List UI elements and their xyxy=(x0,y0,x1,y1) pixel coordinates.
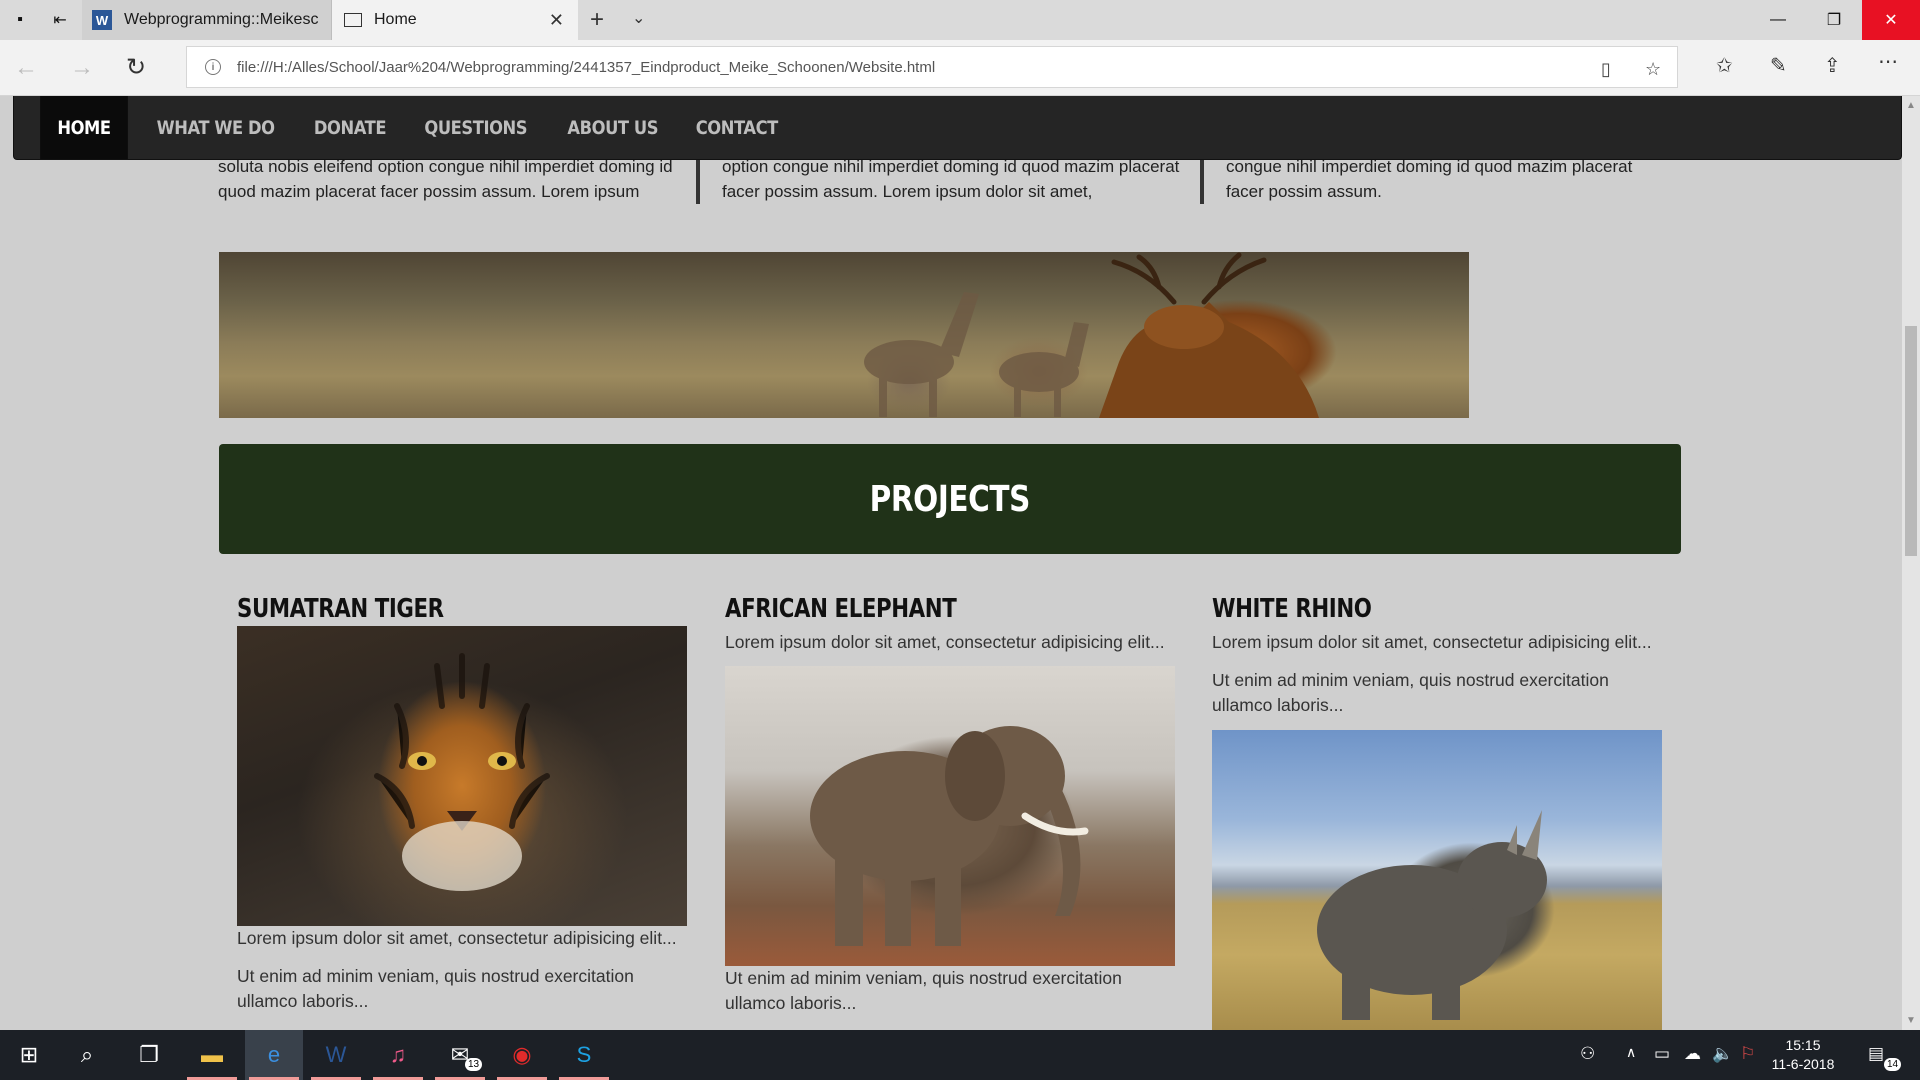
page-icon xyxy=(344,13,362,27)
minimize-button[interactable]: — xyxy=(1750,0,1806,40)
search-icon[interactable]: ⌕ xyxy=(58,1030,116,1080)
tab-label: Home xyxy=(374,11,417,28)
project-summary: Lorem ipsum dolor sit amet, consectetur … xyxy=(1212,632,1652,652)
project-title[interactable]: AFRICAN ELEPHANT xyxy=(725,592,1094,626)
windows-taskbar: ⊞ ⌕ ❐ ▬ e W ♫ ✉ 13 ◉ S ⚇ ∧ ▭ ☁ 🔈 ⚐ 15:15… xyxy=(0,1030,1920,1080)
tab-label: Webprogramming::Meikesc xyxy=(124,11,319,28)
refresh-icon[interactable]: ↻ xyxy=(126,54,146,82)
tab-home[interactable]: Home ✕ xyxy=(332,0,578,40)
file-explorer-icon[interactable]: ▬ xyxy=(183,1030,241,1080)
network-icon[interactable]: ⚐ xyxy=(1740,1044,1755,1064)
close-tab-icon[interactable]: ✕ xyxy=(549,10,564,31)
favorites-hub-icon[interactable]: ✩ xyxy=(1716,52,1733,80)
task-view-icon[interactable]: ❐ xyxy=(120,1030,178,1080)
show-hidden-icons-icon[interactable]: ∧ xyxy=(1626,1044,1636,1061)
tiger-image xyxy=(237,626,687,926)
nav-what-we-do[interactable]: WHAT WE DO xyxy=(141,96,290,159)
url-field[interactable]: i file:///H:/Alles/School/Jaar%204/Webpr… xyxy=(186,46,1678,88)
project-card: AFRICAN ELEPHANT Lorem ipsum dolor sit a… xyxy=(725,592,1175,1016)
scroll-down-icon[interactable]: ▼ xyxy=(1906,1015,1916,1026)
creative-cloud-icon[interactable]: ◉ xyxy=(493,1030,551,1080)
skype-icon[interactable]: S xyxy=(555,1030,613,1080)
notification-badge: 14 xyxy=(1884,1058,1902,1071)
nav-home[interactable]: HOME xyxy=(40,96,128,159)
pen-icon[interactable]: ✎ xyxy=(1770,52,1787,80)
edge-icon[interactable]: e xyxy=(245,1030,303,1080)
project-summary: Lorem ipsum dolor sit amet, consectetur … xyxy=(237,928,677,948)
clock-time: 15:15 xyxy=(1785,1037,1821,1053)
word-icon: W xyxy=(92,10,112,30)
volume-icon[interactable]: 🔈 xyxy=(1712,1044,1733,1064)
tab-word-document[interactable]: W Webprogramming::Meikesc xyxy=(82,0,332,40)
itunes-icon[interactable]: ♫ xyxy=(369,1030,427,1080)
project-description: Ut enim ad minim veniam, quis nostrud ex… xyxy=(237,966,634,1011)
forward-icon[interactable]: → xyxy=(70,54,94,82)
text-column: congue nihil imperdiet doming id quod ma… xyxy=(1200,154,1670,204)
browser-titlebar: ▪ ⇤ W Webprogramming::Meikesc Home ✕ + ⌄… xyxy=(0,0,1920,40)
info-icon[interactable]: i xyxy=(205,59,221,75)
word-taskbar-icon[interactable]: W xyxy=(307,1030,365,1080)
tab-sets-icon[interactable]: ▪ xyxy=(8,8,32,32)
url-text: file:///H:/Alles/School/Jaar%204/Webprog… xyxy=(237,58,936,76)
projects-heading: PROJECTS xyxy=(869,478,1031,520)
project-description: Ut enim ad minim veniam, quis nostrud ex… xyxy=(725,968,1122,1013)
rhino-image xyxy=(1212,730,1662,1030)
page-viewport: soluta nobis eleifend option congue nihi… xyxy=(0,96,1902,1030)
scroll-up-icon[interactable]: ▲ xyxy=(1906,100,1916,111)
elephant-image xyxy=(725,666,1175,966)
site-navigation: HOME WHAT WE DO DONATE QUESTIONS ABOUT U… xyxy=(13,96,1902,160)
mail-badge: 13 xyxy=(465,1058,483,1071)
system-clock[interactable]: 15:15 11-6-2018 xyxy=(1756,1036,1850,1074)
scroll-thumb[interactable] xyxy=(1905,326,1917,556)
back-icon[interactable]: ← xyxy=(14,54,38,82)
nav-questions[interactable]: QUESTIONS xyxy=(409,96,543,159)
deer-banner-image xyxy=(219,252,1469,418)
share-icon[interactable]: ⇪ xyxy=(1824,52,1841,80)
vertical-scrollbar[interactable]: ▲ ▼ xyxy=(1902,96,1920,1030)
nav-about-us[interactable]: ABOUT US xyxy=(552,96,674,159)
address-bar-row: ← → ↻ i file:///H:/Alles/School/Jaar%204… xyxy=(0,40,1920,96)
battery-icon[interactable]: ▭ xyxy=(1654,1044,1670,1064)
tabs-aside-icon[interactable]: ⇤ xyxy=(48,8,72,32)
reading-view-icon[interactable]: ▯ xyxy=(1601,59,1611,80)
project-card: WHITE RHINO Lorem ipsum dolor sit amet, … xyxy=(1212,592,1662,1030)
project-title[interactable]: WHITE RHINO xyxy=(1212,592,1581,626)
nav-contact[interactable]: CONTACT xyxy=(680,96,793,159)
restore-button[interactable]: ❐ xyxy=(1806,0,1862,40)
project-summary: Lorem ipsum dolor sit amet, consectetur … xyxy=(725,632,1165,652)
intro-text-columns: soluta nobis eleifend option congue nihi… xyxy=(218,154,1678,204)
clock-date: 11-6-2018 xyxy=(1771,1056,1835,1072)
text-column: soluta nobis eleifend option congue nihi… xyxy=(218,157,673,201)
people-icon[interactable]: ⚇ xyxy=(1580,1044,1595,1064)
action-center-icon[interactable]: ▤ xyxy=(1868,1044,1884,1064)
chevron-down-icon[interactable]: ⌄ xyxy=(632,8,645,28)
projects-heading-bar: PROJECTS xyxy=(219,444,1681,554)
favorite-star-icon[interactable]: ☆ xyxy=(1645,59,1661,80)
project-title[interactable]: SUMATRAN TIGER xyxy=(237,592,606,626)
onedrive-icon[interactable]: ☁ xyxy=(1684,1044,1701,1064)
nav-donate[interactable]: DONATE xyxy=(298,96,401,159)
more-icon[interactable]: ⋯ xyxy=(1878,48,1898,76)
project-card: SUMATRAN TIGER Lorem ipsum dolor sit ame… xyxy=(237,592,687,1014)
windows-start-icon[interactable]: ⊞ xyxy=(0,1030,58,1080)
close-window-button[interactable]: ✕ xyxy=(1862,0,1920,40)
new-tab-icon[interactable]: + xyxy=(590,6,604,34)
mail-icon[interactable]: ✉ 13 xyxy=(431,1030,489,1080)
text-column: option congue nihil imperdiet doming id … xyxy=(696,154,1186,204)
project-description: Ut enim ad minim veniam, quis nostrud ex… xyxy=(1212,670,1609,715)
